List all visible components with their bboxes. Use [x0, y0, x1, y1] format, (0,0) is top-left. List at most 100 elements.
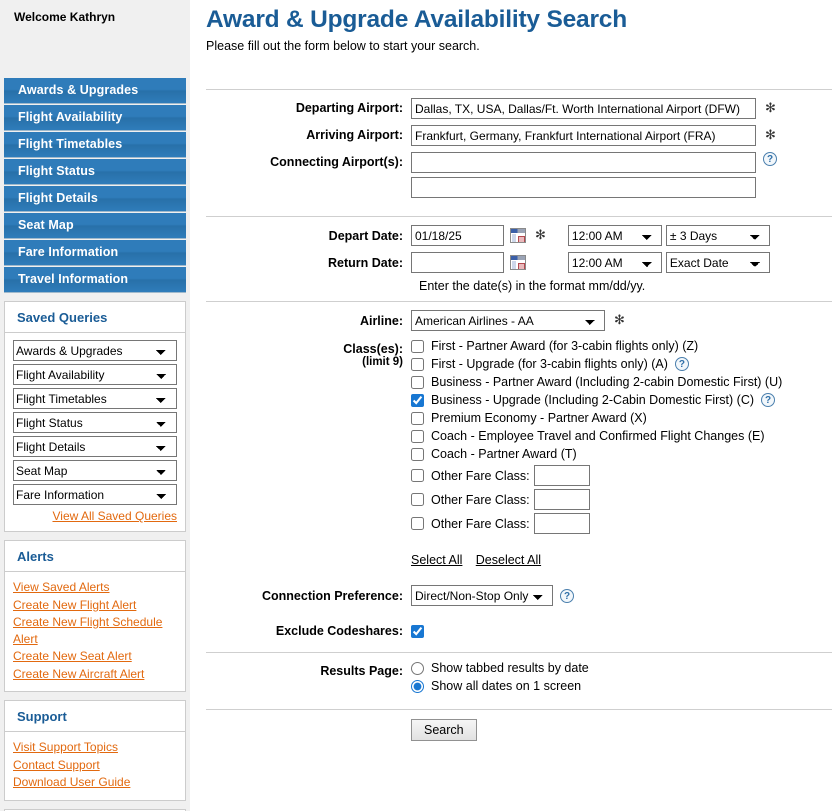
create-new-seat-alert-link[interactable]: Create New Seat Alert [13, 649, 132, 663]
other-fare-class-input-1[interactable] [534, 465, 590, 486]
arriving-airport-row: Arriving Airport: ✻ [206, 125, 832, 146]
results-page-radio-group: Show tabbed results by date Show all dat… [411, 661, 589, 697]
deselect-all-link[interactable]: Deselect All [476, 553, 541, 567]
class-option-t[interactable]: Coach - Partner Award (T) [411, 447, 782, 461]
search-button[interactable]: Search [411, 719, 477, 741]
airline-field: American Airlines - AA ✻ [411, 310, 625, 331]
class-label-u: Business - Partner Award (Including 2-ca… [431, 375, 782, 389]
calendar-icon[interactable] [510, 255, 526, 270]
class-a-help-icon[interactable]: ? [675, 357, 689, 371]
class-checkbox-z[interactable] [411, 340, 424, 353]
select-all-links: Select All Deselect All [206, 543, 832, 571]
classes-row: Class(es): (limit 9) First - Partner Awa… [206, 339, 832, 537]
results-page-section: Results Page: Show tabbed results by dat… [206, 653, 832, 709]
exclude-codeshares-field [411, 625, 431, 638]
return-time-select[interactable]: 12:00 AM [568, 252, 662, 273]
other-fare-class-label-1: Other Fare Class: [431, 469, 530, 483]
other-fare-class-input-3[interactable] [534, 513, 590, 534]
results-page-option-tabbed[interactable]: Show tabbed results by date [411, 661, 589, 675]
calendar-icon[interactable] [510, 228, 526, 243]
connection-preference-select[interactable]: Direct/Non-Stop Only [411, 585, 553, 606]
arriving-airport-input[interactable] [411, 125, 756, 146]
saved-query-select-flight-timetables[interactable]: Flight Timetables [13, 388, 177, 409]
saved-query-select-flight-status[interactable]: Flight Status [13, 412, 177, 433]
connecting-airports-help-icon[interactable]: ? [763, 152, 777, 166]
nav-item-seat-map[interactable]: Seat Map [4, 213, 186, 239]
saved-query-select-fare-information[interactable]: Fare Information [13, 484, 177, 505]
depart-time-select[interactable]: 12:00 AM [568, 225, 662, 246]
page-title: Award & Upgrade Availability Search [206, 6, 832, 34]
saved-query-select-flight-details[interactable]: Flight Details [13, 436, 177, 457]
contact-support-link[interactable]: Contact Support [13, 758, 100, 772]
other-fare-class-checkbox-1[interactable] [411, 469, 424, 482]
return-date-input[interactable] [411, 252, 504, 273]
required-asterisk-icon: ✻ [614, 314, 625, 327]
other-fare-class-input-2[interactable] [534, 489, 590, 510]
other-fare-class-checkbox-2[interactable] [411, 493, 424, 506]
return-date-flexibility-select[interactable]: Exact Date [666, 252, 770, 273]
class-option-u[interactable]: Business - Partner Award (Including 2-ca… [411, 375, 782, 389]
departing-airport-input[interactable] [411, 98, 756, 119]
results-page-option-all[interactable]: Show all dates on 1 screen [411, 679, 589, 693]
class-label-c: Business - Upgrade (Including 2-Cabin Do… [431, 393, 754, 407]
class-option-c[interactable]: Business - Upgrade (Including 2-Cabin Do… [411, 393, 782, 407]
class-checkbox-c[interactable] [411, 394, 424, 407]
connecting-airports-field: ? [411, 152, 777, 202]
airline-row: Airline: American Airlines - AA ✻ [206, 310, 832, 331]
departing-airport-field: ✻ [411, 98, 776, 119]
connecting-airports-inputs [411, 152, 756, 202]
connecting-airport-input-1[interactable] [411, 152, 756, 173]
other-fare-class-checkbox-3[interactable] [411, 517, 424, 530]
visit-support-topics-link[interactable]: Visit Support Topics [13, 740, 118, 754]
airline-select[interactable]: American Airlines - AA [411, 310, 605, 331]
class-option-e[interactable]: Coach - Employee Travel and Confirmed Fl… [411, 429, 782, 443]
class-option-a[interactable]: First - Upgrade (for 3-cabin flights onl… [411, 357, 782, 371]
primary-nav: Awards & Upgrades Flight Availability Fl… [0, 78, 190, 293]
required-asterisk-icon: ✻ [765, 102, 776, 115]
alerts-links: View Saved Alerts Create New Flight Aler… [5, 572, 185, 691]
nav-item-flight-status[interactable]: Flight Status [4, 159, 186, 185]
arriving-airport-field: ✻ [411, 125, 776, 146]
saved-query-select-seat-map[interactable]: Seat Map [13, 460, 177, 481]
download-user-guide-link[interactable]: Download User Guide [13, 775, 130, 789]
saved-query-select-awards-upgrades[interactable]: Awards & Upgrades [13, 340, 177, 361]
connection-preference-help-icon[interactable]: ? [560, 589, 574, 603]
support-link-row: Contact Support [13, 757, 177, 774]
nav-item-fare-information[interactable]: Fare Information [4, 240, 186, 266]
select-all-link[interactable]: Select All [411, 553, 462, 567]
results-page-radio-all[interactable] [411, 680, 424, 693]
connection-preference-label: Connection Preference: [206, 589, 411, 603]
class-checkbox-a[interactable] [411, 358, 424, 371]
saved-query-select-flight-availability[interactable]: Flight Availability [13, 364, 177, 385]
depart-date-flexibility-select[interactable]: ± 3 Days [666, 225, 770, 246]
class-checkbox-e[interactable] [411, 430, 424, 443]
class-checkbox-t[interactable] [411, 448, 424, 461]
connection-preference-row: Connection Preference: Direct/Non-Stop O… [206, 585, 832, 606]
create-new-flight-alert-link[interactable]: Create New Flight Alert [13, 598, 136, 612]
nav-item-flight-details[interactable]: Flight Details [4, 186, 186, 212]
classes-label: Class(es): (limit 9) [206, 339, 411, 368]
class-label-t: Coach - Partner Award (T) [431, 447, 577, 461]
nav-item-flight-timetables[interactable]: Flight Timetables [4, 132, 186, 158]
nav-item-flight-availability[interactable]: Flight Availability [4, 105, 186, 131]
nav-item-awards-upgrades[interactable]: Awards & Upgrades [4, 78, 186, 104]
class-option-x[interactable]: Premium Economy - Partner Award (X) [411, 411, 782, 425]
view-saved-alerts-link[interactable]: View Saved Alerts [13, 580, 110, 594]
class-label-e: Coach - Employee Travel and Confirmed Fl… [431, 429, 764, 443]
view-all-saved-queries-link[interactable]: View All Saved Queries [52, 509, 177, 523]
connecting-airport-input-2[interactable] [411, 177, 756, 198]
depart-date-input[interactable] [411, 225, 504, 246]
main-content: Award & Upgrade Availability Search Plea… [190, 0, 832, 811]
nav-item-travel-information[interactable]: Travel Information [4, 267, 186, 293]
results-page-label-all: Show all dates on 1 screen [431, 679, 581, 693]
welcome-message: Welcome Kathryn [0, 0, 190, 78]
class-checkbox-x[interactable] [411, 412, 424, 425]
date-format-hint: Enter the date(s) in the format mm/dd/yy… [206, 279, 832, 293]
class-c-help-icon[interactable]: ? [761, 393, 775, 407]
exclude-codeshares-checkbox[interactable] [411, 625, 424, 638]
create-new-flight-schedule-alert-link[interactable]: Create New Flight Schedule Alert [13, 615, 162, 646]
class-checkbox-u[interactable] [411, 376, 424, 389]
class-option-z[interactable]: First - Partner Award (for 3-cabin fligh… [411, 339, 782, 353]
create-new-aircraft-alert-link[interactable]: Create New Aircraft Alert [13, 667, 144, 681]
results-page-radio-tabbed[interactable] [411, 662, 424, 675]
